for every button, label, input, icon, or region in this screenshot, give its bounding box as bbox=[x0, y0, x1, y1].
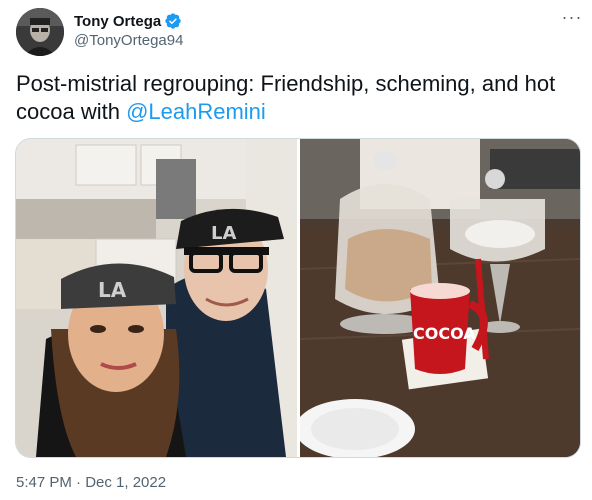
mention-link[interactable]: @LeahRemini bbox=[126, 99, 266, 124]
tweet-timestamp[interactable]: 5:47 PM · Dec 1, 2022 bbox=[16, 474, 166, 491]
mug-text: COCOA bbox=[413, 324, 476, 343]
author-handle[interactable]: @TonyOrtega94 bbox=[74, 32, 183, 49]
selfie-photo-icon: LA LA bbox=[16, 139, 297, 457]
more-options-icon[interactable]: ··· bbox=[558, 8, 586, 32]
cocoa-table-photo[interactable]: COCOA bbox=[300, 139, 580, 457]
selfie-photo[interactable]: LA LA bbox=[16, 139, 297, 457]
tweet-text: Post-mistrial regrouping: Friendship, sc… bbox=[16, 70, 576, 126]
cocoa-table-photo-icon: COCOA bbox=[300, 139, 580, 457]
svg-text:LA: LA bbox=[98, 278, 127, 302]
author-avatar[interactable] bbox=[16, 8, 64, 56]
svg-text:LA: LA bbox=[211, 223, 236, 244]
author-display-name[interactable]: Tony Ortega bbox=[74, 13, 161, 30]
verified-badge-icon bbox=[164, 12, 182, 30]
tweet-header: Tony Ortega @TonyOrtega94 ··· bbox=[16, 8, 586, 56]
tweet-body-text: Post-mistrial regrouping: Friendship, sc… bbox=[16, 71, 556, 124]
tweet-media-grid: LA LA COCOA bbox=[15, 138, 581, 458]
user-avatar-photo-icon bbox=[16, 8, 64, 56]
